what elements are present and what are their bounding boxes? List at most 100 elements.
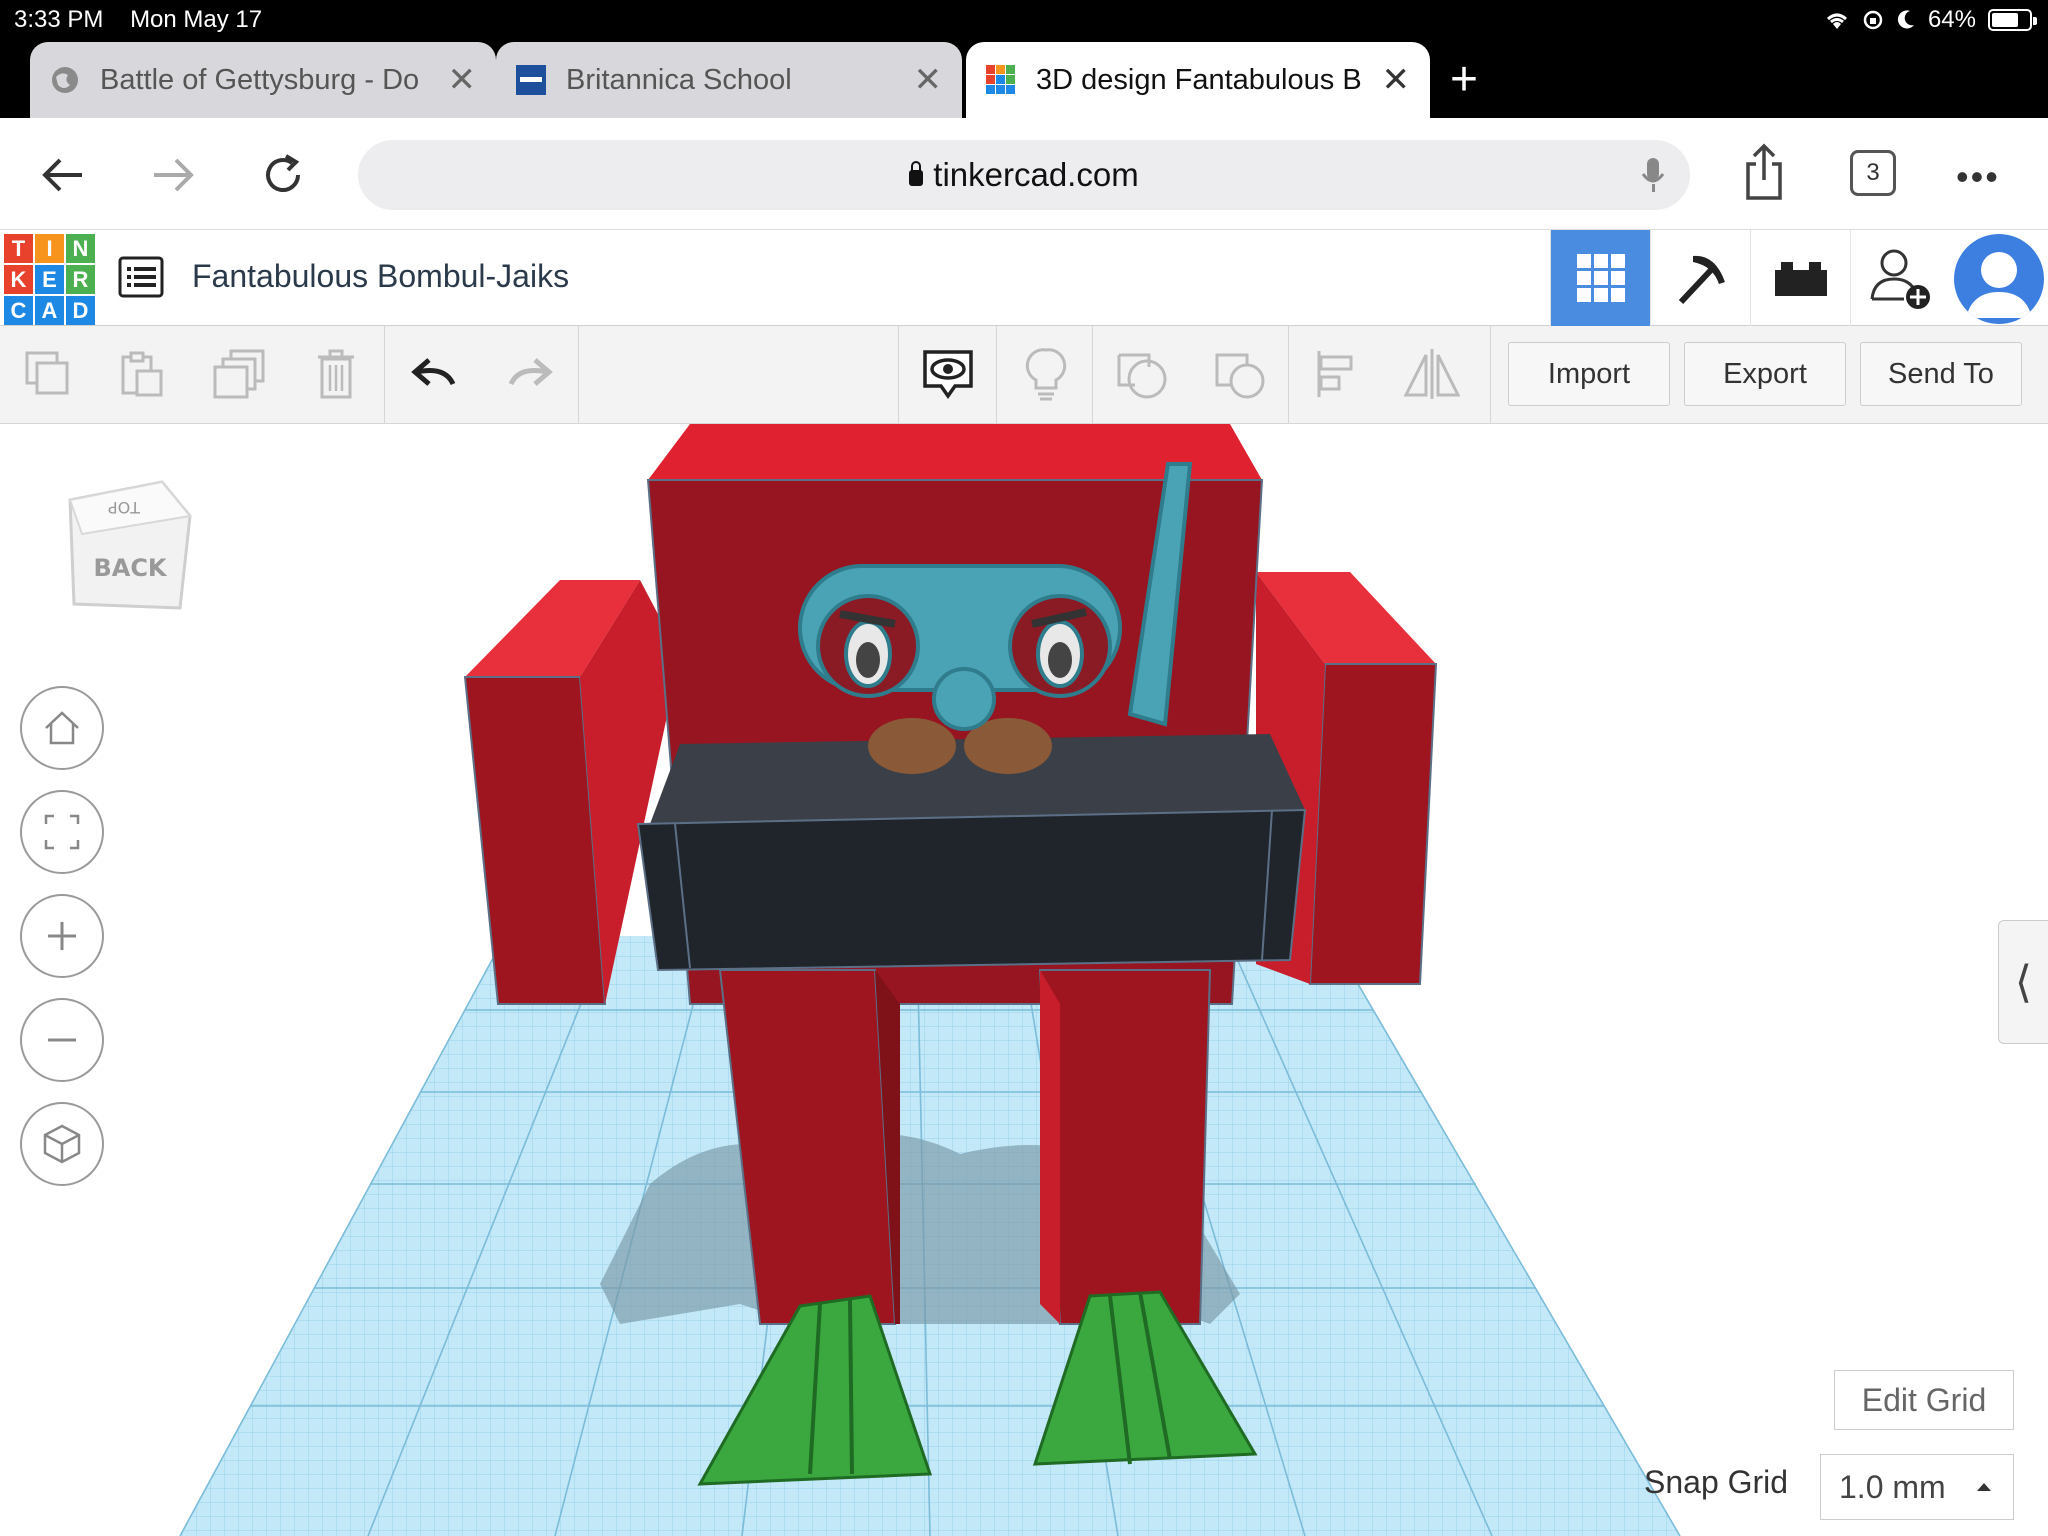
browser-address-bar: tinkercad.com 3 ••• bbox=[0, 118, 2048, 230]
group-button[interactable] bbox=[1112, 344, 1172, 404]
snap-grid-value: 1.0 mm bbox=[1839, 1468, 1946, 1505]
globe-icon bbox=[52, 67, 78, 93]
notes-button[interactable] bbox=[1016, 344, 1076, 404]
paste-icon bbox=[121, 351, 163, 397]
group-icon bbox=[1117, 353, 1167, 399]
browser-tab-bar: Battle of Gettysburg - Do ✕ Britannica S… bbox=[0, 40, 2048, 118]
send-to-button[interactable]: Send To bbox=[1860, 342, 2022, 406]
lightbulb-icon bbox=[1025, 348, 1067, 401]
microphone-icon[interactable] bbox=[1640, 156, 1666, 196]
close-icon[interactable]: ✕ bbox=[1382, 60, 1411, 100]
perspective-button[interactable] bbox=[20, 1102, 104, 1186]
3d-scene[interactable] bbox=[0, 424, 2048, 1536]
britannica-icon bbox=[516, 65, 546, 95]
grid-view-button[interactable] bbox=[1550, 230, 1650, 326]
view-cube[interactable]: TOP BACK bbox=[62, 480, 196, 620]
home-icon bbox=[45, 711, 79, 745]
paste-button[interactable] bbox=[112, 344, 172, 404]
url-field[interactable]: tinkercad.com bbox=[358, 140, 1690, 210]
zoom-in-button[interactable] bbox=[20, 894, 104, 978]
browser-tab-britannica[interactable]: Britannica School ✕ bbox=[496, 42, 962, 118]
logo-letter: T bbox=[4, 234, 33, 263]
url-text: tinkercad.com bbox=[933, 156, 1139, 193]
delete-button[interactable] bbox=[306, 344, 366, 404]
user-icon bbox=[1966, 252, 2032, 318]
edit-grid-button[interactable]: Edit Grid bbox=[1834, 1370, 2014, 1430]
viewcube-back-label: BACK bbox=[93, 554, 167, 582]
caret-up-icon bbox=[1977, 1483, 1991, 1491]
wifi-icon bbox=[1826, 13, 1847, 29]
tab-title: Battle of Gettysburg - Do bbox=[100, 63, 420, 96]
share-icon[interactable] bbox=[1740, 142, 1788, 202]
close-icon[interactable]: ✕ bbox=[914, 60, 943, 100]
zoom-out-button[interactable] bbox=[20, 998, 104, 1082]
battery-icon bbox=[1988, 9, 2037, 31]
logo-letter: D bbox=[66, 296, 95, 325]
logo-letter: A bbox=[35, 296, 64, 325]
battery-percent: 64% bbox=[1927, 6, 1976, 33]
snap-grid-label: Snap Grid bbox=[1644, 1464, 1789, 1500]
undo-button[interactable] bbox=[404, 344, 464, 404]
moon-icon bbox=[1897, 10, 1914, 29]
close-icon[interactable]: ✕ bbox=[448, 60, 477, 100]
back-arrow-icon[interactable] bbox=[36, 148, 90, 202]
reload-icon[interactable] bbox=[256, 148, 310, 202]
copy-button[interactable] bbox=[18, 344, 78, 404]
minus-icon bbox=[48, 1038, 76, 1042]
trash-icon bbox=[318, 349, 354, 399]
fit-icon bbox=[44, 814, 80, 850]
logo-letter: R bbox=[66, 265, 95, 294]
import-button[interactable]: Import bbox=[1508, 342, 1670, 406]
chevron-left-icon: ⟨ bbox=[2014, 957, 2033, 1007]
invite-user-button[interactable] bbox=[1850, 230, 1950, 326]
bricks-button[interactable] bbox=[1750, 230, 1850, 326]
workplane-canvas[interactable]: TOP BACK ⟨ Edit Grid Snap Grid 1.0 mm bbox=[0, 424, 2048, 1536]
tab-title: Britannica School bbox=[566, 63, 792, 96]
logo-letter: N bbox=[66, 234, 95, 263]
redo-button[interactable] bbox=[500, 344, 560, 404]
browser-tab-tinkercad[interactable]: 3D design Fantabulous B ✕ bbox=[966, 42, 1430, 118]
logo-letter: K bbox=[4, 265, 33, 294]
logo-letter: I bbox=[35, 234, 64, 263]
status-bar: 3:33 PM Mon May 17 64% bbox=[0, 0, 2048, 40]
tinkercad-header: T I N K E R C A D Fantabulous Bombul-Jai… bbox=[0, 230, 2048, 326]
lock-icon bbox=[909, 161, 924, 186]
add-user-icon bbox=[1870, 249, 1930, 309]
blocks-button[interactable] bbox=[1650, 230, 1750, 326]
cube-icon bbox=[43, 1124, 81, 1164]
viewcube-top-label: TOP bbox=[108, 498, 141, 517]
copy-icon bbox=[25, 351, 69, 395]
status-date: Mon May 17 bbox=[130, 6, 263, 33]
status-time: 3:33 PM bbox=[14, 6, 104, 33]
more-options-icon[interactable]: ••• bbox=[1956, 156, 2000, 198]
forward-arrow-icon[interactable] bbox=[146, 148, 200, 202]
align-button[interactable] bbox=[1306, 344, 1366, 404]
browser-tab-gettysburg[interactable]: Battle of Gettysburg - Do ✕ bbox=[30, 42, 496, 118]
mirror-button[interactable] bbox=[1402, 344, 1462, 404]
editor-toolbar: Import Export Send To bbox=[0, 326, 2048, 424]
grid-view-icon bbox=[1576, 254, 1625, 302]
ungroup-icon bbox=[1215, 353, 1265, 399]
plus-icon bbox=[48, 922, 76, 950]
fit-view-button[interactable] bbox=[20, 790, 104, 874]
ungroup-button[interactable] bbox=[1210, 344, 1270, 404]
eye-bubble-icon bbox=[923, 350, 973, 400]
design-title[interactable]: Fantabulous Bombul-Jaiks bbox=[192, 258, 569, 295]
pickaxe-icon bbox=[1678, 255, 1725, 305]
orientation-lock-icon bbox=[1863, 10, 1883, 30]
duplicate-icon bbox=[213, 349, 265, 399]
shapes-panel-toggle[interactable]: ⟨ bbox=[1998, 920, 2048, 1044]
snap-grid-select[interactable]: 1.0 mm bbox=[1820, 1454, 2014, 1520]
logo-letter: C bbox=[4, 296, 33, 325]
design-list-icon[interactable] bbox=[118, 254, 164, 300]
align-icon bbox=[1317, 351, 1353, 397]
tab-count-button[interactable]: 3 bbox=[1850, 150, 1896, 196]
bricks-icon bbox=[1774, 262, 1827, 296]
duplicate-button[interactable] bbox=[210, 344, 270, 404]
home-view-button[interactable] bbox=[20, 686, 104, 770]
export-button[interactable]: Export bbox=[1684, 342, 1846, 406]
user-avatar[interactable] bbox=[1954, 234, 2044, 324]
show-all-button[interactable] bbox=[918, 344, 978, 404]
tinkercad-logo[interactable]: T I N K E R C A D bbox=[4, 234, 95, 325]
tinkercad-favicon-icon bbox=[986, 65, 1015, 94]
